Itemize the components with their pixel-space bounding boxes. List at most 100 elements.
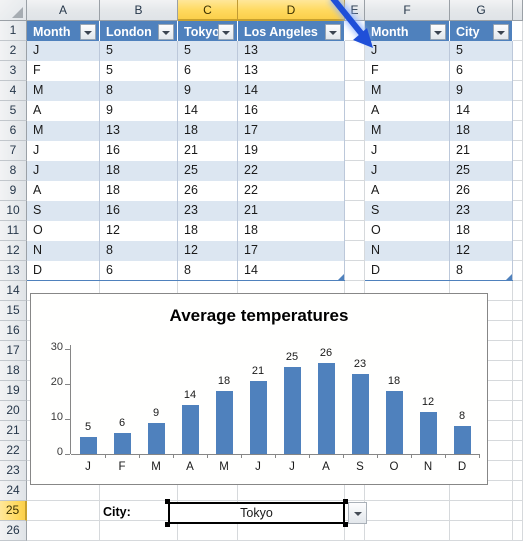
grid-cell[interactable] bbox=[513, 301, 523, 321]
table-cell[interactable]: J bbox=[27, 161, 100, 181]
table-cell[interactable]: 23 bbox=[450, 201, 513, 221]
table-cell[interactable]: F bbox=[27, 61, 100, 81]
grid-cell[interactable] bbox=[345, 201, 365, 221]
table-cell[interactable]: 17 bbox=[238, 241, 345, 261]
table-cell[interactable]: A bbox=[27, 101, 100, 121]
chart-bar[interactable] bbox=[249, 380, 267, 454]
chart-bar[interactable] bbox=[453, 426, 471, 454]
row-header-22[interactable]: 22 bbox=[0, 441, 27, 461]
grid-cell[interactable] bbox=[513, 221, 523, 241]
row-header-26[interactable]: 26 bbox=[0, 521, 27, 541]
column-header-a[interactable]: A bbox=[27, 0, 100, 21]
filter-dropdown-icon[interactable] bbox=[158, 24, 174, 40]
row-header-2[interactable]: 2 bbox=[0, 41, 27, 61]
row-header-4[interactable]: 4 bbox=[0, 81, 27, 101]
grid-cell[interactable] bbox=[513, 521, 523, 541]
table-cell[interactable]: O bbox=[365, 221, 450, 241]
table-cell[interactable]: 5 bbox=[100, 61, 178, 81]
row-header-13[interactable]: 13 bbox=[0, 261, 27, 281]
row-header-9[interactable]: 9 bbox=[0, 181, 27, 201]
grid-cell[interactable] bbox=[513, 61, 523, 81]
table-cell[interactable]: 16 bbox=[100, 141, 178, 161]
chart-bar[interactable] bbox=[181, 405, 199, 454]
row-header-3[interactable]: 3 bbox=[0, 61, 27, 81]
row-header-12[interactable]: 12 bbox=[0, 241, 27, 261]
grid-cell[interactable] bbox=[345, 181, 365, 201]
grid-cell[interactable] bbox=[345, 101, 365, 121]
table-cell[interactable]: J bbox=[27, 41, 100, 61]
table-cell[interactable]: 21 bbox=[238, 201, 345, 221]
row-header-24[interactable]: 24 bbox=[0, 481, 27, 501]
grid-cell[interactable] bbox=[345, 261, 365, 281]
grid-cell[interactable] bbox=[513, 141, 523, 161]
grid-cell[interactable] bbox=[513, 261, 523, 281]
table-cell[interactable]: 8 bbox=[450, 261, 513, 281]
table-cell[interactable]: 12 bbox=[100, 221, 178, 241]
grid-cell[interactable] bbox=[345, 241, 365, 261]
grid-cell[interactable] bbox=[513, 201, 523, 221]
table-cell[interactable]: J bbox=[27, 141, 100, 161]
grid-cell[interactable] bbox=[27, 501, 100, 521]
table-cell[interactable]: 5 bbox=[178, 41, 238, 61]
grid-cell[interactable] bbox=[513, 101, 523, 121]
table-cell[interactable]: J bbox=[365, 141, 450, 161]
grid-cell[interactable] bbox=[513, 441, 523, 461]
chart-bar[interactable] bbox=[79, 436, 97, 454]
table-cell[interactable]: 18 bbox=[238, 221, 345, 241]
table-cell[interactable]: 8 bbox=[100, 241, 178, 261]
table-cell[interactable]: 9 bbox=[100, 101, 178, 121]
table-cell[interactable]: O bbox=[27, 221, 100, 241]
column-header-e[interactable]: E bbox=[345, 0, 365, 21]
table-cell[interactable]: 16 bbox=[100, 201, 178, 221]
table-cell[interactable]: N bbox=[27, 241, 100, 261]
chart-bar[interactable] bbox=[215, 391, 233, 454]
grid-cell[interactable] bbox=[345, 221, 365, 241]
row-header-8[interactable]: 8 bbox=[0, 161, 27, 181]
table-cell[interactable]: A bbox=[27, 181, 100, 201]
chart-container[interactable]: Average temperatures 0 10 20 30 5 J 6 F 9 M 14 A 18 M 2… bbox=[30, 293, 488, 485]
table-cell[interactable]: M bbox=[27, 121, 100, 141]
select-all-corner[interactable] bbox=[0, 0, 27, 21]
table-cell[interactable]: A bbox=[365, 101, 450, 121]
table-cell[interactable]: 18 bbox=[100, 161, 178, 181]
table-cell[interactable]: 18 bbox=[178, 121, 238, 141]
filter-dropdown-icon[interactable] bbox=[325, 24, 341, 40]
filter-dropdown-icon[interactable] bbox=[430, 24, 446, 40]
table-cell[interactable]: 8 bbox=[100, 81, 178, 101]
table-cell[interactable]: 6 bbox=[100, 261, 178, 281]
chart-bar[interactable] bbox=[385, 391, 403, 454]
table-cell[interactable]: J bbox=[365, 41, 450, 61]
table-cell[interactable]: D bbox=[365, 261, 450, 281]
table-cell[interactable]: 19 bbox=[238, 141, 345, 161]
grid-cell[interactable] bbox=[365, 501, 450, 521]
row-header-25[interactable]: 25 bbox=[0, 501, 27, 521]
grid-cell[interactable] bbox=[345, 41, 365, 61]
table-cell[interactable]: 23 bbox=[178, 201, 238, 221]
grid-cell[interactable] bbox=[345, 161, 365, 181]
table-cell[interactable]: 12 bbox=[178, 241, 238, 261]
table-cell[interactable]: 12 bbox=[450, 241, 513, 261]
table-cell[interactable]: 21 bbox=[450, 141, 513, 161]
table-cell[interactable]: 22 bbox=[238, 161, 345, 181]
table-cell[interactable]: J bbox=[365, 161, 450, 181]
table-cell[interactable]: 13 bbox=[238, 61, 345, 81]
row-header-5[interactable]: 5 bbox=[0, 101, 27, 121]
grid-cell[interactable] bbox=[513, 81, 523, 101]
row-header-14[interactable]: 14 bbox=[0, 281, 27, 301]
table-cell[interactable]: 14 bbox=[450, 101, 513, 121]
table-cell[interactable]: 16 bbox=[238, 101, 345, 121]
row-header-20[interactable]: 20 bbox=[0, 401, 27, 421]
grid-cell[interactable] bbox=[345, 121, 365, 141]
table-cell[interactable]: 5 bbox=[450, 41, 513, 61]
table-cell[interactable]: 13 bbox=[238, 41, 345, 61]
chart-bar[interactable] bbox=[419, 412, 437, 454]
table-cell[interactable]: 14 bbox=[238, 261, 345, 281]
grid-cell[interactable] bbox=[513, 361, 523, 381]
chart-bar[interactable] bbox=[283, 366, 301, 454]
row-header-16[interactable]: 16 bbox=[0, 321, 27, 341]
table-cell[interactable]: 6 bbox=[178, 61, 238, 81]
row-header-17[interactable]: 17 bbox=[0, 341, 27, 361]
grid-cell[interactable] bbox=[513, 381, 523, 401]
chart-bar[interactable] bbox=[113, 433, 131, 454]
table-cell[interactable]: 18 bbox=[450, 121, 513, 141]
